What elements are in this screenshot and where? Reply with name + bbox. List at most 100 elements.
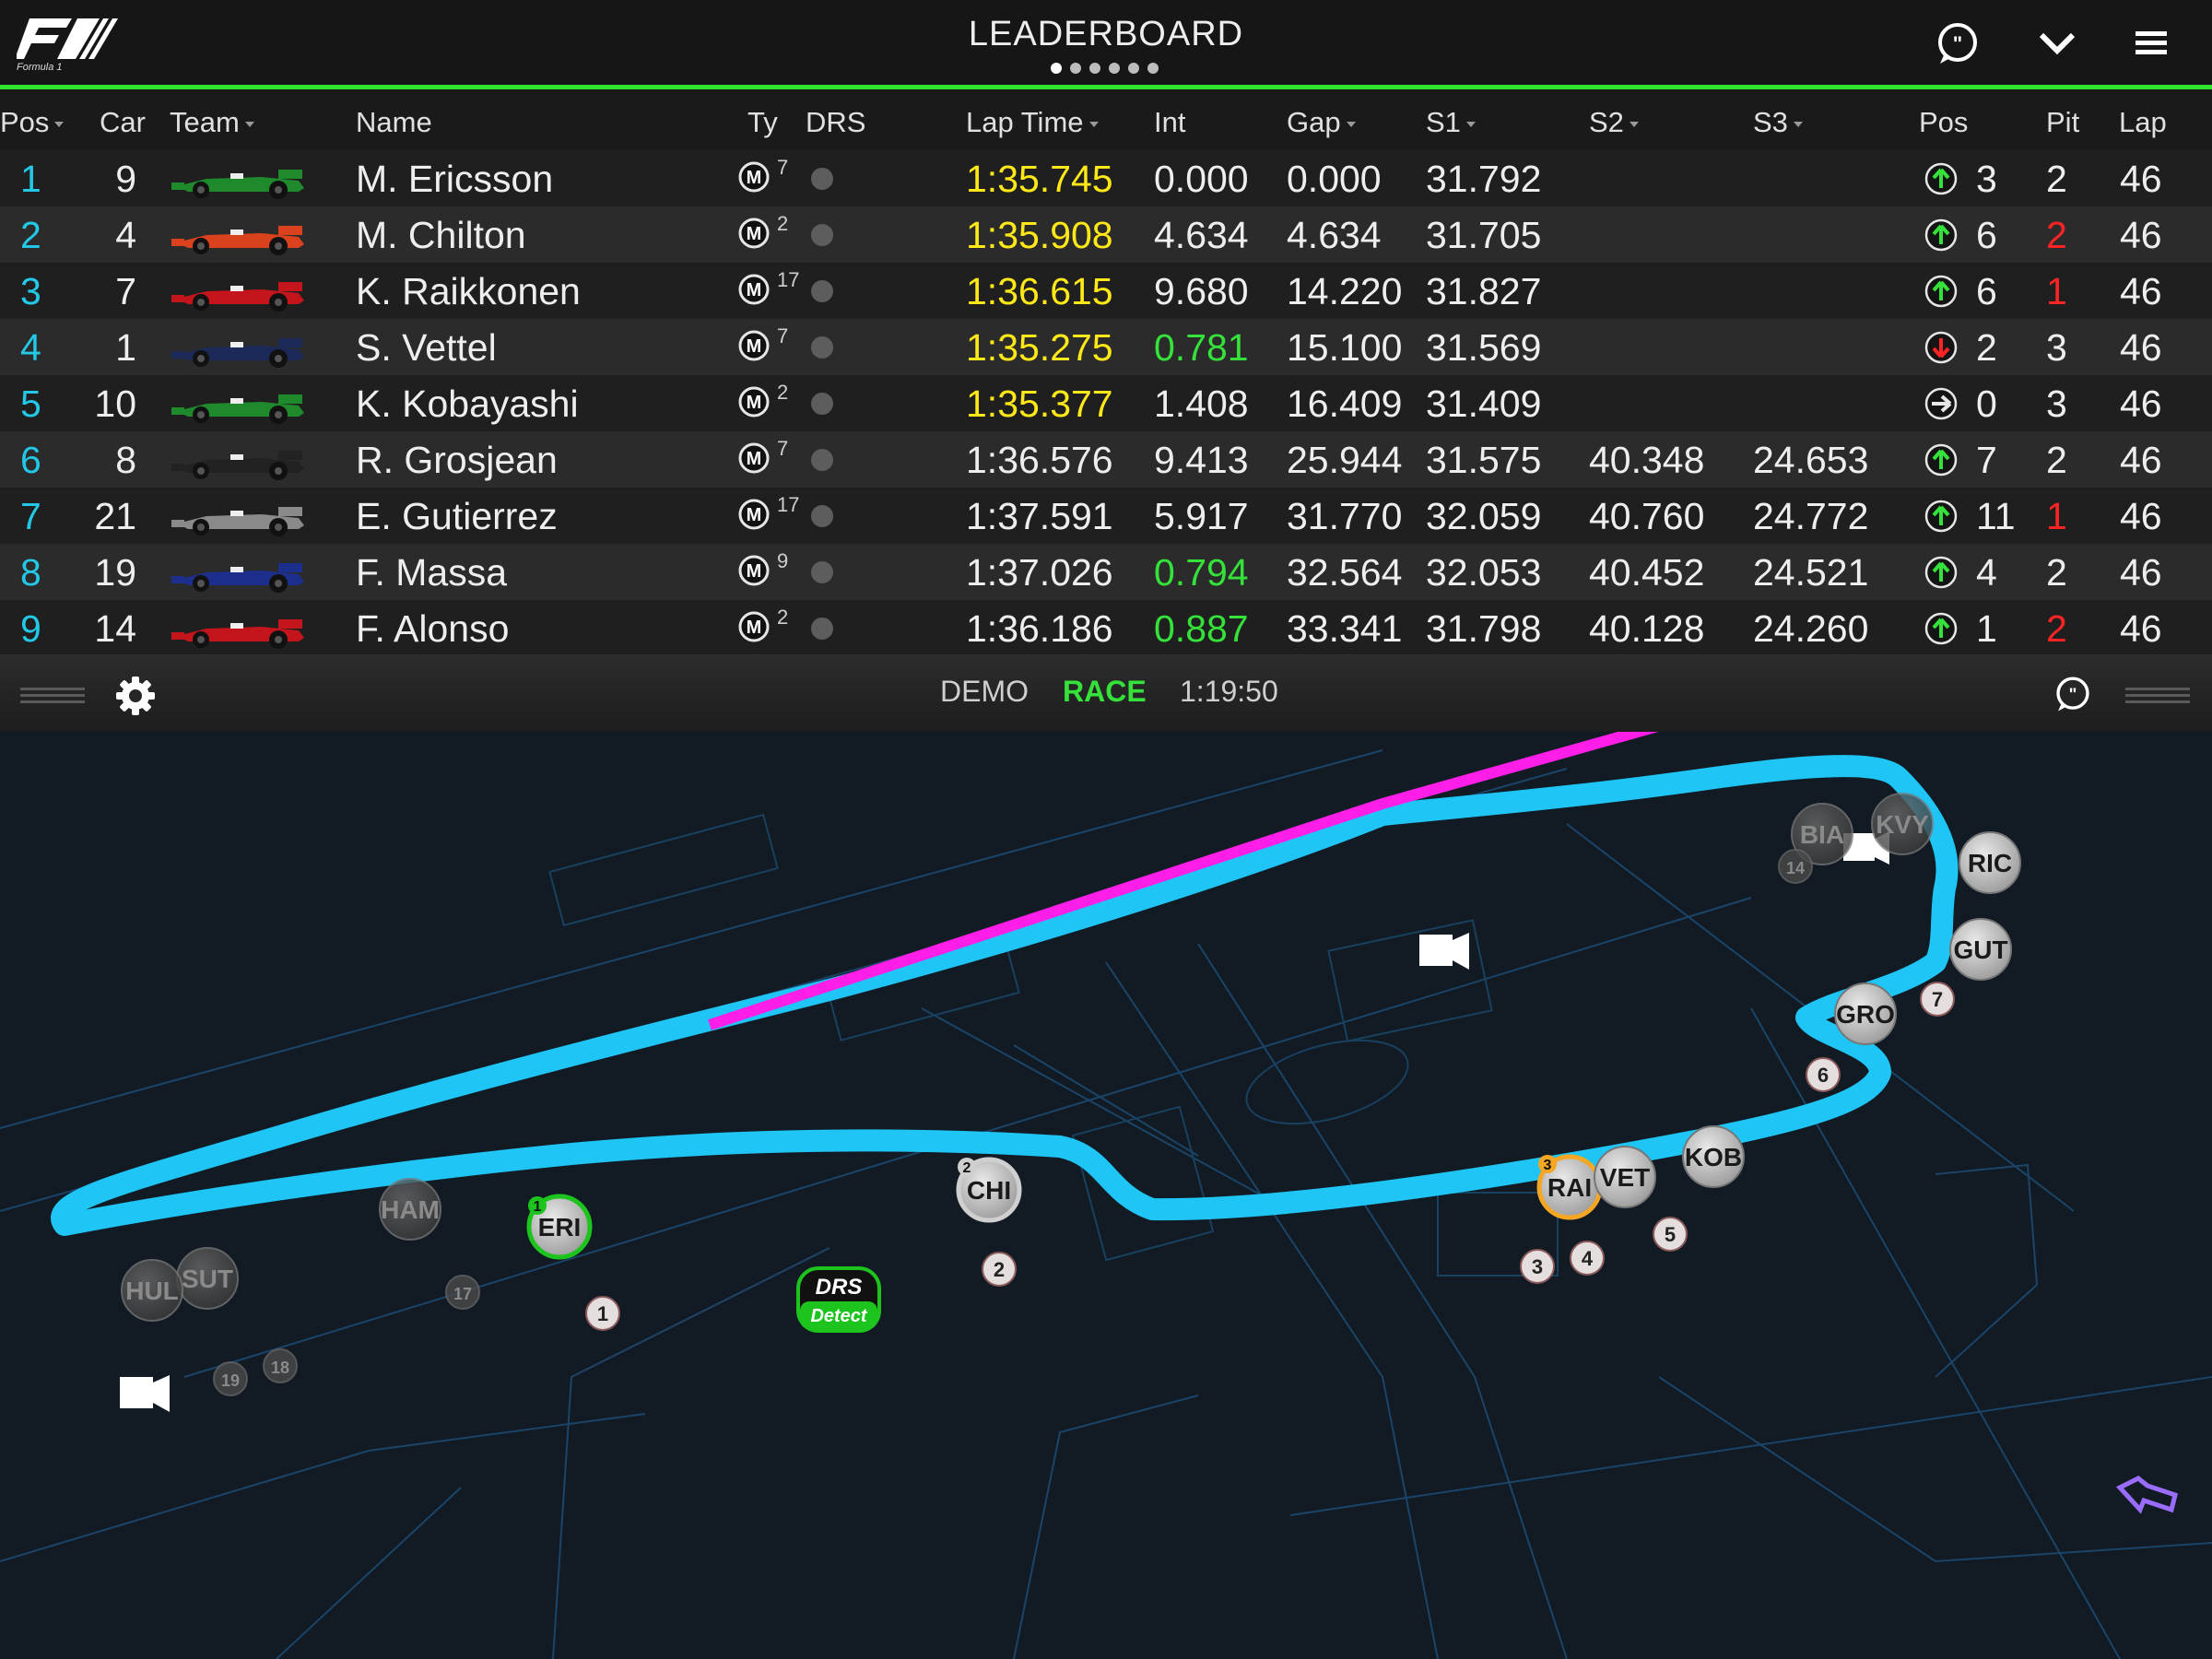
sector-3-cell: 24.521 [1753, 551, 1869, 594]
lap-time-cell: 1:37.591 [966, 495, 1113, 537]
column-pos-change[interactable]: Pos [1919, 106, 1968, 139]
commentary-icon[interactable]: " [2053, 675, 2092, 713]
driver-marker-ham[interactable]: HAM [379, 1178, 441, 1241]
marker-1[interactable]: 1 [585, 1296, 620, 1331]
sector-2-cell: 40.128 [1589, 607, 1705, 650]
column-s2[interactable]: S2 [1589, 106, 1639, 139]
page-dot[interactable] [1070, 63, 1081, 74]
table-row[interactable]: 8 19 F. Massa M 9 1:37.026 0.794 32.564 32.053 40… [0, 544, 2212, 600]
top-bar: Formula 1 LEADERBOARD " [0, 0, 2212, 89]
column-lap[interactable]: Lap [2119, 106, 2167, 139]
driver-marker-sut[interactable]: SUT [176, 1247, 239, 1310]
table-row[interactable]: 6 8 R. Grosjean M 7 1:36.576 9.413 25.944 31.575… [0, 431, 2212, 488]
page-dot[interactable] [1128, 63, 1139, 74]
commentary-icon[interactable]: " [1935, 20, 1981, 66]
lap-time-cell: 1:36.186 [966, 607, 1113, 650]
driver-marker-gro[interactable]: GRO [1834, 982, 1897, 1045]
column-team[interactable]: Team [170, 106, 254, 139]
driver-marker-gut[interactable]: GUT [1949, 918, 2012, 981]
table-row[interactable]: 2 4 M. Chilton M 2 1:35.908 4.634 4.634 31.705 6 2… [0, 206, 2212, 263]
lap-time-cell: 1:35.745 [966, 158, 1113, 200]
position-cell: 7 [20, 495, 41, 537]
column-tyre[interactable]: Ty [747, 106, 778, 139]
camera-icon[interactable] [120, 1375, 170, 1412]
drag-handle-icon[interactable] [2125, 686, 2190, 706]
status-bar: DEMO RACE 1:19:50 " [0, 654, 2212, 732]
column-pos[interactable]: Pos [0, 106, 65, 139]
settings-gear-icon[interactable] [114, 675, 157, 717]
svg-text:Formula 1: Formula 1 [17, 62, 63, 72]
arrow-up-icon [1924, 556, 1958, 589]
tyre-icon: M [738, 499, 770, 530]
pit-stops-cell: 1 [2046, 495, 2067, 537]
drs-indicator [811, 449, 833, 471]
table-row[interactable]: 9 14 F. Alonso M 2 1:36.186 0.887 33.341 31.798 4… [0, 600, 2212, 656]
driver-code: HUL [125, 1277, 179, 1305]
drag-handle-icon[interactable] [20, 686, 85, 706]
marker-14[interactable]: 14 [1778, 849, 1813, 884]
table-row[interactable]: 7 21 E. Gutierrez M 17 1:37.591 5.917 31.770 32.… [0, 488, 2212, 544]
column-lap-time[interactable]: Lap Time [966, 106, 1099, 139]
marker-7[interactable]: 7 [1920, 982, 1955, 1017]
column-pit[interactable]: Pit [2046, 106, 2079, 139]
marker-17[interactable]: 17 [445, 1275, 480, 1310]
driver-marker-kob[interactable]: KOB [1682, 1125, 1745, 1188]
driver-marker-kvy[interactable]: KVY [1871, 793, 1934, 855]
driver-code: VET [1600, 1163, 1650, 1192]
drs-indicator [811, 224, 833, 246]
sector-1-cell: 31.705 [1426, 214, 1542, 256]
driver-name-cell: M. Ericsson [356, 158, 554, 200]
page-dot[interactable] [1147, 63, 1159, 74]
tyre-laps: 7 [777, 437, 789, 460]
gap-cell: 25.944 [1287, 439, 1403, 481]
marker-2[interactable]: 2 [982, 1252, 1017, 1287]
menu-icon[interactable] [2128, 20, 2174, 66]
position-cell: 4 [20, 326, 41, 369]
marker-19[interactable]: 19 [213, 1361, 248, 1396]
position-cell: 1 [20, 158, 41, 200]
column-car[interactable]: Car [100, 106, 146, 139]
driver-marker-vet[interactable]: VET [1594, 1146, 1656, 1208]
marker-18[interactable]: 18 [263, 1348, 298, 1383]
column-s3[interactable]: S3 [1753, 106, 1803, 139]
marker-4[interactable]: 4 [1570, 1241, 1605, 1276]
driver-code: KVY [1876, 810, 1929, 839]
interval-cell: 0.887 [1154, 607, 1249, 650]
table-row[interactable]: 4 1 S. Vettel M 7 1:35.275 0.781 15.100 31.569 2 3… [0, 319, 2212, 375]
driver-code: GRO [1836, 1000, 1895, 1029]
driver-position-badge: 2 [958, 1158, 976, 1176]
driver-marker-ric[interactable]: RIC [1959, 831, 2021, 894]
camera-icon[interactable] [1419, 933, 1469, 970]
driver-code: GUT [1953, 935, 2007, 964]
tyre-icon: M [738, 555, 770, 586]
drs-detect-badge[interactable]: DRS Detect [796, 1266, 881, 1333]
chevron-down-icon[interactable] [2034, 20, 2080, 66]
table-row[interactable]: 3 7 K. Raikkonen M 17 1:36.615 9.680 14.220 31.8… [0, 263, 2212, 319]
column-name[interactable]: Name [356, 106, 432, 139]
marker-6[interactable]: 6 [1806, 1057, 1841, 1092]
table-row[interactable]: 5 10 K. Kobayashi M 2 1:35.377 1.408 16.409 31.4… [0, 375, 2212, 431]
svg-text:4: 4 [1582, 1247, 1594, 1270]
marker-5[interactable]: 5 [1653, 1217, 1688, 1252]
sector-1-cell: 31.827 [1426, 270, 1542, 312]
column-s1[interactable]: S1 [1426, 106, 1476, 139]
svg-text:": " [2069, 685, 2077, 704]
interval-cell: 0.781 [1154, 326, 1249, 369]
marker-3[interactable]: 3 [1520, 1249, 1555, 1284]
sector-1-cell: 31.798 [1426, 607, 1542, 650]
driver-name-cell: S. Vettel [356, 326, 497, 369]
track-map[interactable]: DRS Detect ERI CHI RAI VET KOB GRO GUT RIC KVY BI… [0, 732, 2212, 1659]
table-row[interactable]: 1 9 M. Ericsson M 7 1:35.745 0.000 0.000 31.792 3… [0, 150, 2212, 206]
tyre-compound: M [747, 224, 762, 244]
column-int[interactable]: Int [1154, 106, 1185, 139]
column-gap[interactable]: Gap [1287, 106, 1356, 139]
page-indicator[interactable] [1051, 63, 1159, 74]
column-drs[interactable]: DRS [806, 106, 865, 139]
page-dot[interactable] [1089, 63, 1100, 74]
page-dot[interactable] [1109, 63, 1120, 74]
arrow-up-icon [1924, 612, 1958, 645]
driver-marker-hul[interactable]: HUL [121, 1259, 183, 1322]
page-dot[interactable] [1051, 63, 1062, 74]
positions-gained-cell: 6 [1976, 214, 1997, 256]
sector-3-cell: 24.653 [1753, 439, 1869, 481]
